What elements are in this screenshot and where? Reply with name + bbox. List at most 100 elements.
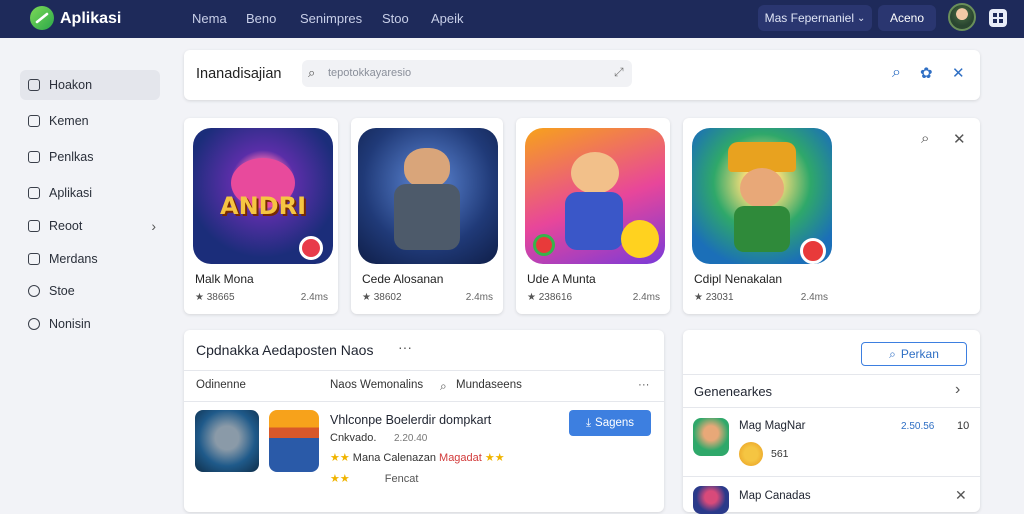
play-icon [800, 238, 826, 264]
character-shape [571, 152, 619, 194]
tab-new[interactable]: Naos Wemonalins [330, 379, 423, 391]
smiley-icon [621, 220, 659, 258]
info-icon [28, 317, 40, 330]
app-name[interactable]: Map Canadas [739, 490, 811, 502]
lock-icon [28, 220, 40, 232]
play-icon [299, 236, 323, 260]
game-logo-text: ANDRI [220, 192, 306, 220]
sidebar-item-label: Merdans [49, 251, 98, 266]
language-dropdown[interactable]: Mas Fepernaniel ⌄ [758, 5, 872, 31]
app-title[interactable]: Vhlconpe Boelerdir dompkart [330, 413, 491, 427]
chevron-right-icon[interactable]: › [955, 381, 960, 399]
nav-link-5[interactable]: Apeik [431, 11, 464, 26]
sidebar-item-penlkas[interactable]: Penlkas [20, 142, 160, 172]
search-button-label: Perkan [900, 347, 939, 361]
folder-icon [28, 151, 40, 163]
search-icon: ⌕ [889, 346, 896, 361]
app-thumbnail[interactable] [269, 410, 319, 472]
character-shape [740, 168, 784, 208]
game-name: Cede Alosanan [362, 272, 444, 286]
brand-name[interactable]: Aplikasi [60, 10, 121, 28]
game-rating: ★ 238616 [527, 292, 573, 303]
search-icon[interactable]: ⌕ [892, 64, 901, 82]
sidebar-item-home[interactable]: Hoakon [20, 70, 160, 100]
close-icon[interactable]: ✕ [955, 487, 967, 504]
app-name[interactable]: Mag MagNar [739, 420, 805, 432]
sidebar-item-label: Aplikasi [49, 186, 93, 200]
tab-all[interactable]: Odinenne [196, 379, 246, 391]
game-card[interactable]: ANDRI Malk Mona ★ 38665 2.4ms [184, 118, 338, 314]
user-avatar[interactable] [948, 3, 976, 31]
divider [683, 374, 980, 375]
game-size: 2.4ms [800, 292, 828, 303]
badge-icon[interactable]: ✿ [920, 64, 933, 82]
search-input[interactable]: ⌕ tepotokkayaresio ⤢ [302, 60, 632, 87]
more-options-icon[interactable]: ··· [398, 339, 412, 355]
character-body-shape [734, 206, 790, 252]
game-rating: ★ 38602 [362, 292, 402, 303]
search-icon: ⌕ [308, 65, 316, 80]
nav-link-1[interactable]: Nema [192, 11, 227, 26]
search-placeholder: tepotokkayaresio [328, 67, 412, 79]
app-subtitle: Cnkvado. [330, 432, 377, 444]
top-navigation-bar: Aplikasi Nema Beno Senimpres Stoo Apeik … [0, 0, 1024, 38]
game-size: 2.4ms [300, 292, 328, 303]
app-thumbnail[interactable] [693, 486, 729, 514]
app-thumbnail[interactable] [195, 410, 259, 472]
sidebar-item-label: Hoakon [49, 78, 93, 92]
app-logo-icon[interactable] [30, 6, 54, 30]
search-button[interactable]: ⌕ Perkan [861, 342, 967, 366]
install-button-label: Sagens [595, 417, 635, 429]
character-body-shape [394, 184, 460, 250]
nav-link-2[interactable]: Beno [246, 11, 276, 26]
game-name: Cdipl Nenakalan [694, 272, 783, 286]
sidebar-item-label: Stoe [49, 284, 75, 298]
search-icon[interactable]: ⌕ [440, 379, 447, 394]
app-tag: Magadat [439, 452, 482, 464]
sidebar-item-nonisin[interactable]: Nonisin [20, 309, 160, 339]
sidebar-item-apps[interactable]: Aplikasi [20, 178, 160, 208]
app-count: 10 [957, 420, 970, 432]
nav-link-4[interactable]: Stoo [382, 11, 409, 26]
game-card[interactable]: Ude A Munta ★ 238616 2.4ms [516, 118, 670, 314]
game-thumbnail [692, 128, 832, 264]
star-icon: ★★ [330, 473, 350, 485]
more-options-icon[interactable]: ··· [638, 379, 650, 391]
sidebar: Hoakon Kemen Penlkas Aplikasi Reoot › Mer… [20, 70, 160, 341]
app-rating-line: ★★ Mana Calenazan Magadat ★★ [330, 451, 505, 464]
sidebar-item-stoe[interactable]: Stoe [20, 276, 160, 306]
login-button[interactable]: Aceno [878, 5, 936, 31]
app-meta: 2.50.56 [901, 421, 935, 432]
star-icon: ★★ [330, 452, 350, 464]
sidebar-item-label: Kemen [49, 114, 89, 128]
game-card[interactable]: ⌕ ✕ Cdipl Nenakalan ★ 23031 2.4ms [683, 118, 980, 314]
nav-link-3[interactable]: Senimpres [300, 11, 362, 26]
mic-icon[interactable]: ⤢ [614, 65, 624, 80]
close-icon[interactable]: ✕ [953, 130, 966, 148]
apps-icon [28, 187, 40, 199]
search-icon[interactable]: ⌕ [921, 130, 929, 147]
app-footer-text: Fencat [384, 473, 419, 485]
chevron-right-icon: › [151, 218, 156, 234]
chevron-down-icon: ⌄ [857, 12, 866, 24]
apps-grid-icon[interactable] [989, 9, 1007, 27]
share-icon[interactable]: ✕ [952, 64, 965, 82]
game-name: Malk Mona [195, 272, 254, 286]
sidebar-item-kemen[interactable]: Kemen [20, 106, 160, 136]
tab-search[interactable]: Mundaseens [456, 379, 522, 391]
character-shape [404, 148, 450, 188]
sidebar-item-label: Reoot [49, 219, 83, 233]
page-icon [28, 115, 40, 127]
language-label: Mas Fepernaniel [764, 11, 854, 25]
game-thumbnail: ANDRI [193, 128, 333, 264]
character-body-shape [565, 192, 623, 250]
install-button[interactable]: ⤓ Sagens [569, 410, 651, 436]
sidebar-item-merdans[interactable]: Merdans [20, 244, 160, 274]
app-thumbnail[interactable] [693, 418, 729, 456]
sidebar-item-reoot[interactable]: Reoot › [20, 211, 160, 241]
game-thumbnail [525, 128, 665, 264]
sidebar-item-label: Penlkas [49, 150, 94, 164]
game-card[interactable]: Cede Alosanan ★ 38602 2.4ms [351, 118, 503, 314]
game-rating: ★ 38665 [195, 292, 235, 303]
sidebar-item-label: Nonisin [49, 316, 91, 331]
